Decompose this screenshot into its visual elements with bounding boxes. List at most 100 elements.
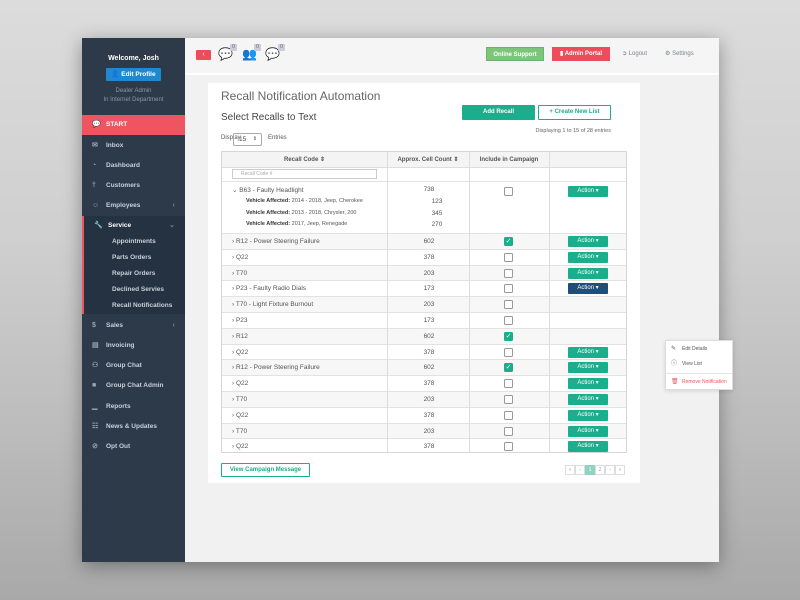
- sidebar-item-news-updates[interactable]: ☷ News & Updates: [82, 417, 185, 437]
- chart-icon: ▁: [92, 403, 98, 410]
- admin-portal-button[interactable]: ▮ Admin Portal: [552, 47, 610, 61]
- menu-view-list[interactable]: ⓘ View List: [666, 357, 734, 371]
- add-recall-button[interactable]: Add Recall: [462, 105, 535, 120]
- briefcase-icon: ■: [92, 382, 97, 389]
- logout-link[interactable]: ➲ Logout: [622, 47, 647, 61]
- include-checkbox[interactable]: [504, 426, 513, 436]
- page-title: Recall Notification Automation: [221, 89, 381, 103]
- recall-code[interactable]: › Q22: [232, 443, 248, 450]
- page-last-button[interactable]: »: [615, 465, 625, 475]
- include-checkbox[interactable]: [504, 379, 513, 389]
- invoice-icon: ▤: [92, 342, 99, 349]
- top-bar: ‹ 💬 0 👥 0 💬 0 Online Support ▮ Admin Por…: [185, 38, 719, 75]
- include-checkbox[interactable]: [504, 395, 513, 404]
- action-button[interactable]: Action ▾: [568, 267, 608, 279]
- action-button[interactable]: Action ▾: [568, 283, 608, 295]
- action-button[interactable]: Action ▾: [568, 425, 608, 437]
- include-checkbox[interactable]: [504, 410, 513, 420]
- recall-code[interactable]: › T70: [232, 270, 247, 277]
- entries-info: Displaying 1 to 15 of 28 entries: [535, 128, 611, 134]
- include-checkbox[interactable]: [504, 284, 513, 294]
- recall-code[interactable]: › T70: [232, 428, 247, 435]
- include-checkbox[interactable]: ✓: [504, 331, 513, 341]
- sidebar-item-reports[interactable]: ▁ Reports: [82, 397, 185, 417]
- view-campaign-message-button[interactable]: View Campaign Message: [221, 463, 310, 477]
- recalls-table: Recall Code ⇕ Approx. Cell Count ⇕ Inclu…: [221, 151, 627, 453]
- customer-icon: †: [92, 182, 96, 189]
- block-icon: ⊘: [92, 443, 98, 450]
- sidebar-subitem-appointments[interactable]: Appointments: [82, 234, 185, 250]
- edit-profile-button[interactable]: 👤 Edit Profile: [106, 68, 161, 81]
- action-button[interactable]: Action ▾: [568, 362, 608, 374]
- page-prev-button[interactable]: ‹: [575, 465, 585, 475]
- sidebar-item-sales[interactable]: $ Sales ‹: [82, 316, 185, 336]
- recall-code[interactable]: › T70 - Light Fixture Burnout: [232, 301, 313, 308]
- sidebar-item-employees[interactable]: ☺ Employees ‹: [82, 196, 185, 216]
- action-button[interactable]: Action ▾: [568, 346, 608, 358]
- sidebar-subitem-recall-notifications[interactable]: Recall Notifications: [82, 298, 185, 314]
- page-first-button[interactable]: «: [565, 465, 575, 475]
- vehicle-value: 2013 - 2018, Chrysler, 200: [290, 209, 357, 216]
- sidebar-subitem-declined-servies[interactable]: Declined Servies: [82, 282, 185, 298]
- recall-code[interactable]: › Q22: [232, 380, 248, 387]
- recall-code[interactable]: › R12: [232, 333, 248, 340]
- include-checkbox[interactable]: [504, 347, 513, 357]
- edit-profile-label: Edit Profile: [121, 71, 156, 78]
- vehicle-affected: Vehicle Affected: 2013 - 2018, Chrysler,…: [246, 210, 356, 216]
- sidebar-item-customers[interactable]: † Customers: [82, 176, 185, 196]
- role-text: Dealer Admin: [115, 88, 152, 94]
- include-checkbox[interactable]: [504, 187, 513, 196]
- recall-code[interactable]: › R12 - Power Steering Failure: [232, 238, 320, 245]
- include-checkbox[interactable]: [504, 268, 513, 278]
- action-button[interactable]: Action ▾: [568, 378, 608, 390]
- include-checkbox[interactable]: [504, 442, 513, 452]
- action-button[interactable]: Action ▾: [568, 236, 608, 247]
- recall-code[interactable]: › Q22: [232, 349, 248, 356]
- recall-code-filter-input[interactable]: Recall Code #: [232, 169, 377, 179]
- sidebar-item-dashboard[interactable]: ◔ Dashboard: [82, 156, 185, 176]
- include-checkbox[interactable]: [504, 252, 513, 262]
- user-role: Dealer Admin In Internet Department: [82, 87, 185, 105]
- create-new-list-button[interactable]: + Create New List: [538, 105, 611, 120]
- sidebar-item-group-chat[interactable]: ⚇ Group Chat: [82, 356, 185, 376]
- page-1-button[interactable]: 1: [585, 465, 595, 475]
- sidebar-item-service[interactable]: 🔧 Service ⌄: [82, 216, 185, 236]
- welcome-text: Welcome, Josh: [108, 55, 159, 62]
- recall-code[interactable]: › P23 - Faulty Radio Dials: [232, 285, 306, 292]
- action-button[interactable]: Action ▾: [568, 441, 608, 453]
- action-button[interactable]: Action ▾: [568, 251, 608, 263]
- recall-code[interactable]: ⌄ B63 - Faulty Headlight: [232, 186, 304, 194]
- sidebar-item-group-chat-admin[interactable]: ■ Group Chat Admin: [82, 376, 185, 396]
- header-cell-count[interactable]: Approx. Cell Count ⇕: [387, 152, 469, 168]
- sidebar-item-opt-out[interactable]: ⊘ Opt Out: [82, 437, 185, 457]
- menu-edit-details[interactable]: ✎ Edit Details: [666, 342, 734, 356]
- include-checkbox[interactable]: ✓: [504, 363, 513, 373]
- header-recall-code[interactable]: Recall Code ⇕: [222, 152, 387, 168]
- sidebar-item-start[interactable]: 💬 START: [82, 115, 185, 135]
- menu-remove-notification[interactable]: 🗑 Remove Notification: [666, 375, 734, 389]
- recall-code[interactable]: › T70: [232, 396, 247, 403]
- include-checkbox[interactable]: [504, 316, 513, 325]
- sidebar-subitem-repair-orders[interactable]: Repair Orders: [82, 266, 185, 282]
- action-button[interactable]: Action ▾: [568, 394, 608, 405]
- action-button[interactable]: Action ▾: [568, 409, 608, 421]
- sidebar-item-inbox[interactable]: ✉ Inbox: [82, 136, 185, 156]
- vehicle-affected: Vehicle Affected: 2017, Jeep, Renegade: [246, 221, 347, 227]
- display-count-select[interactable]: 15 ⇕: [233, 133, 262, 146]
- vehicle-value: 2017, Jeep, Renegade: [290, 221, 348, 227]
- recall-code[interactable]: › Q22: [232, 412, 248, 419]
- recall-code[interactable]: › R12 - Power Steering Failure: [232, 364, 320, 371]
- include-checkbox[interactable]: [504, 300, 513, 310]
- settings-link[interactable]: ⚙ Settings: [665, 47, 694, 61]
- recall-code[interactable]: › P23: [232, 317, 248, 324]
- recall-code[interactable]: › Q22: [232, 254, 248, 261]
- user-icon: ☺: [92, 202, 100, 209]
- sidebar-subitem-parts-orders[interactable]: Parts Orders: [82, 250, 185, 266]
- action-button[interactable]: Action ▾: [568, 186, 608, 197]
- include-checkbox[interactable]: ✓: [504, 237, 513, 246]
- sidebar-item-invoicing[interactable]: ▤ Invoicing: [82, 336, 185, 356]
- collapse-sidebar-button[interactable]: ‹: [196, 50, 211, 60]
- online-support-button[interactable]: Online Support: [486, 47, 544, 61]
- page-next-button[interactable]: ›: [605, 465, 615, 475]
- page-2-button[interactable]: 2: [595, 465, 605, 475]
